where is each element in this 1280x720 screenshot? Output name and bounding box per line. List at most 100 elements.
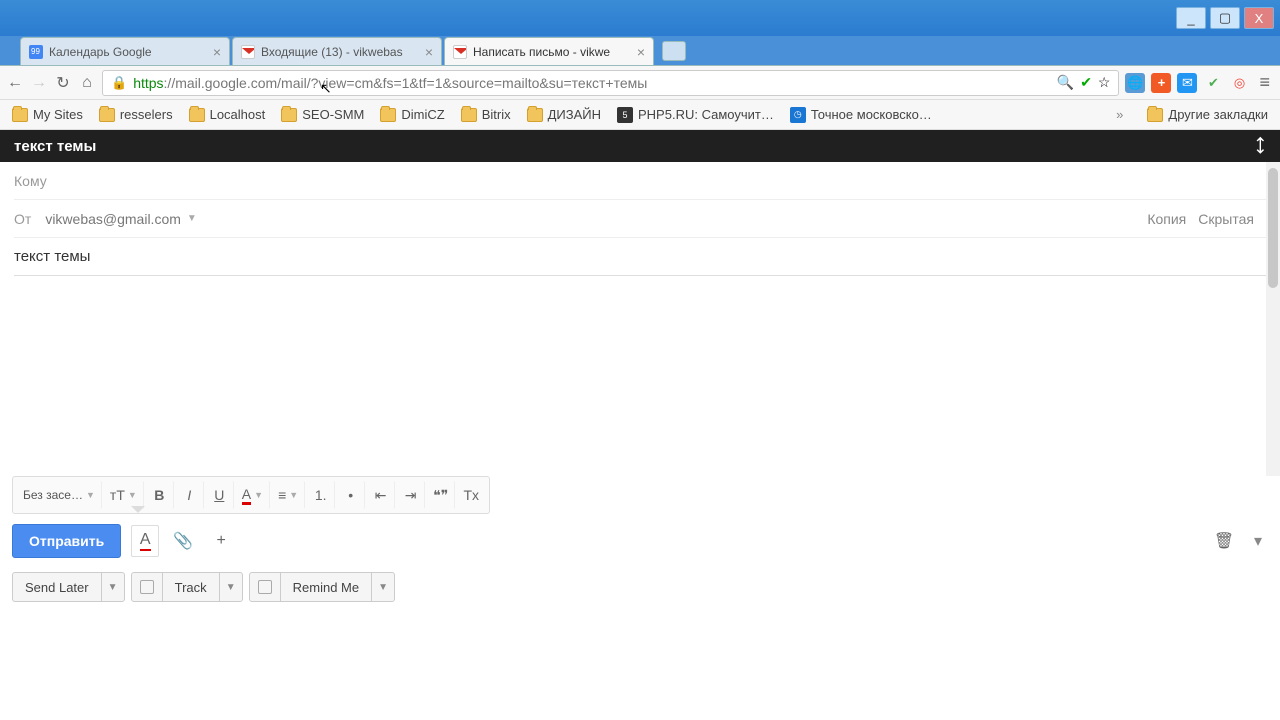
folder-icon [189,108,205,122]
attach-button[interactable]: 📎 [169,525,197,557]
quote-button[interactable]: ❝❞ [427,481,455,509]
bookmarks-bar: My Sites resselers Localhost SEO-SMM Dim… [0,100,1280,130]
from-field[interactable]: От vikwebas@gmail.com ▼ Копия Скрытая [14,200,1266,238]
checkbox-icon[interactable] [258,580,272,594]
align-button[interactable]: ≡▼ [272,481,305,509]
bookmarks-overflow-button[interactable]: » [1110,107,1129,122]
window-maximize-button[interactable]: ▢ [1210,7,1240,29]
url-text: https://mail.google.com/mail/?view=cm&fs… [133,75,647,91]
check-ext-icon[interactable]: ✔ [1203,73,1223,93]
bookmark-folder[interactable]: ДИЗАЙН [521,104,607,125]
google-icon [29,45,43,59]
caret-down-icon[interactable]: ▼ [187,213,197,224]
caret-down-icon[interactable]: ▼ [220,582,242,593]
gmail-icon [453,45,467,59]
outdent-button[interactable]: ⇤ [367,481,395,509]
scrollbar-thumb[interactable] [1268,168,1278,288]
bookmark-folder[interactable]: DimiCZ [374,104,450,125]
new-tab-button[interactable] [662,41,686,61]
folder-icon [281,108,297,122]
window-close-button[interactable]: X [1244,7,1274,29]
indent-button[interactable]: ⇥ [397,481,425,509]
italic-button[interactable]: I [176,481,204,509]
folder-icon [99,108,115,122]
home-button[interactable]: ⌂ [78,74,96,92]
bookmark-folder[interactable]: Localhost [183,104,272,125]
bookmark-folder[interactable]: SEO-SMM [275,104,370,125]
send-later-button[interactable]: Send Later ▼ [12,572,125,602]
browser-tab[interactable]: Календарь Google × [20,37,230,65]
lock-icon: 🔒 [111,75,127,91]
window-minimize-button[interactable]: _ [1176,7,1206,29]
font-family-select[interactable]: Без засе…▼ [17,481,102,509]
tab-close-icon[interactable]: × [213,44,221,60]
scrollbar[interactable] [1266,162,1280,476]
browser-tabstrip: Календарь Google × Входящие (13) - vikwe… [0,36,1280,66]
send-row: Отправить A 📎 + 🗑 ▾ [0,514,1280,568]
status-ok-icon: ✔ [1080,74,1092,91]
bookmark-site[interactable]: ◷Точное московско… [784,104,938,126]
message-body[interactable] [14,276,1266,476]
bookmark-site[interactable]: 5PHP5.RU: Самоучит… [611,104,780,126]
compose-titlebar: текст темы ⤡ [0,130,1280,162]
popout-icon[interactable]: ⤡ [1249,135,1271,157]
caret-down-icon[interactable]: ▼ [372,582,394,593]
browser-toolbar: ← → ↻ ⌂ 🔒 https://mail.google.com/mail/?… [0,66,1280,100]
compose-form: Кому От vikwebas@gmail.com ▼ Копия Скрыт… [0,162,1280,476]
caret-down-icon[interactable]: ▼ [102,582,124,593]
folder-icon [461,108,477,122]
bookmark-folder[interactable]: resselers [93,104,179,125]
reload-button[interactable]: ↻ [54,74,72,92]
insert-button[interactable]: + [207,525,235,557]
toggle-formatting-button[interactable]: A [131,525,159,557]
clear-format-button[interactable]: Tx [457,481,485,509]
browser-tab[interactable]: Входящие (13) - vikwebas × [232,37,442,65]
gmail-icon [241,45,255,59]
tab-close-icon[interactable]: × [425,44,433,60]
site-icon: 5 [617,107,633,123]
browser-tab-active[interactable]: Написать письмо - vikwe × [444,37,654,65]
mail-ext-icon[interactable]: ✉ [1177,73,1197,93]
tab-close-icon[interactable]: × [637,44,645,60]
address-bar[interactable]: 🔒 https://mail.google.com/mail/?view=cm&… [102,70,1119,96]
browser-menu-button[interactable]: ≡ [1255,72,1274,93]
compose-title-text: текст темы [14,138,96,155]
cc-link[interactable]: Копия [1147,211,1186,227]
bookmark-folder[interactable]: Bitrix [455,104,517,125]
folder-icon [527,108,543,122]
to-label: Кому [14,173,47,189]
discard-button[interactable]: 🗑 [1210,525,1238,557]
track-button[interactable]: Track ▼ [131,572,243,602]
formatting-toolbar: Без засе…▼ тT▼ B I U A▼ ≡▼ 1. • ⇤ ⇥ ❝❞ T… [12,476,490,514]
other-bookmarks[interactable]: Другие закладки [1141,104,1274,125]
send-button[interactable]: Отправить [12,524,121,558]
from-label: От [14,211,31,227]
translate-ext-icon[interactable]: 🌐 [1125,73,1145,93]
from-email: vikwebas@gmail.com [45,211,181,227]
more-options-button[interactable]: ▾ [1248,531,1268,551]
folder-icon [380,108,396,122]
bcc-link[interactable]: Скрытая [1198,211,1254,227]
font-size-button[interactable]: тT▼ [104,481,144,509]
zoom-icon[interactable]: 🔍 [1057,74,1074,91]
ordered-list-button[interactable]: 1. [307,481,335,509]
subject-text: текст темы [14,248,90,265]
back-button[interactable]: ← [6,74,24,92]
text-color-button[interactable]: A▼ [236,481,270,509]
to-field[interactable]: Кому [14,162,1266,200]
subject-field[interactable]: текст темы [14,238,1266,276]
unordered-list-button[interactable]: • [337,481,365,509]
bookmark-folder[interactable]: My Sites [6,104,89,125]
plugin-row: Send Later ▼ Track ▼ Remind Me ▼ [0,568,1280,614]
underline-button[interactable]: U [206,481,234,509]
bookmark-star-icon[interactable]: ☆ [1098,74,1111,91]
checkbox-icon[interactable] [140,580,154,594]
target-ext-icon[interactable]: ◎ [1229,73,1249,93]
tab-label: Написать письмо - vikwe [473,45,633,59]
remind-me-button[interactable]: Remind Me ▼ [249,572,395,602]
clock-icon: ◷ [790,107,806,123]
folder-icon [1147,108,1163,122]
forward-button: → [30,74,48,92]
addthis-ext-icon[interactable]: + [1151,73,1171,93]
bold-button[interactable]: B [146,481,174,509]
